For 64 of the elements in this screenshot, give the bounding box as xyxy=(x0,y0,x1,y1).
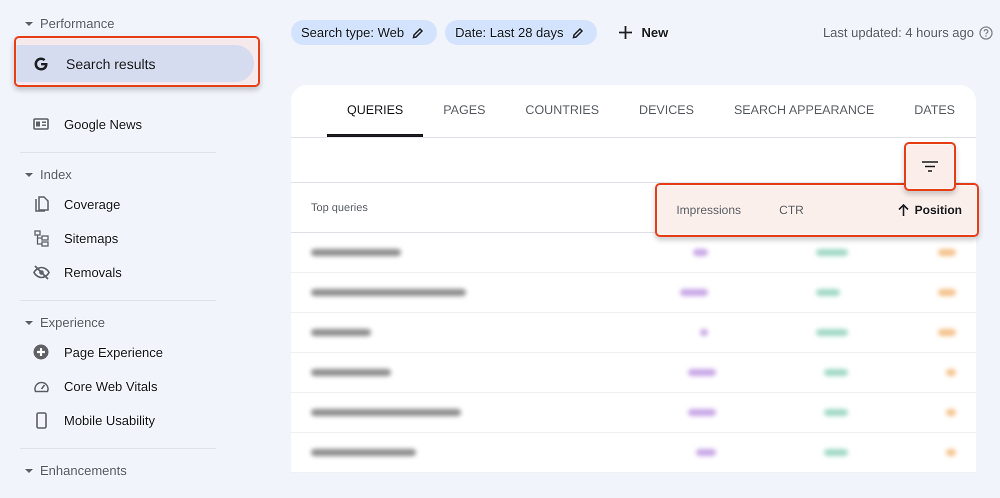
blurred-value xyxy=(693,249,708,256)
section-heading: Performance xyxy=(40,16,114,31)
filter-chip[interactable]: Search type: Web xyxy=(291,20,438,45)
new-button[interactable]: New xyxy=(618,25,668,40)
pencil-icon xyxy=(572,26,584,38)
sidebar-item[interactable]: Page Experience xyxy=(0,335,262,369)
tab[interactable]: DEVICES xyxy=(619,85,714,137)
sitemap-icon xyxy=(34,230,48,246)
blurred-value xyxy=(938,249,956,256)
column-header[interactable]: Impressions xyxy=(657,203,741,217)
sidebar-item[interactable]: Search results xyxy=(16,45,254,82)
collapse-icon[interactable] xyxy=(24,320,34,326)
blurred-value xyxy=(946,449,956,456)
blurred-value xyxy=(946,409,956,416)
sidebar-item[interactable]: Google News xyxy=(0,107,262,141)
tab[interactable]: QUERIES xyxy=(327,85,424,137)
filter-chip[interactable]: Date: Last 28 days xyxy=(445,20,596,45)
google-g-icon xyxy=(32,54,50,72)
collapse-icon[interactable] xyxy=(24,20,34,26)
column-header[interactable]: CTR xyxy=(741,203,842,217)
help-icon[interactable] xyxy=(979,26,993,40)
tab[interactable]: PAGES xyxy=(423,85,506,137)
sidebar-item[interactable]: Coverage xyxy=(0,187,262,221)
section-heading: Enhancements xyxy=(40,463,127,478)
section-heading: Experience xyxy=(40,315,106,330)
blurred-value xyxy=(824,449,848,456)
eye-off-icon xyxy=(32,264,50,280)
filter-button[interactable] xyxy=(904,142,956,191)
sidebar-item[interactable]: Removals xyxy=(0,255,262,289)
filter-icon xyxy=(922,161,938,172)
sidebar-item[interactable]: Mobile Usability xyxy=(0,403,262,437)
pencil-icon xyxy=(412,26,424,38)
gauge-icon xyxy=(32,379,50,393)
section-heading: Index xyxy=(40,167,72,182)
blurred-value xyxy=(688,369,716,376)
blurred-query xyxy=(311,329,371,336)
collapse-icon[interactable] xyxy=(24,468,34,474)
blurred-value xyxy=(688,409,716,416)
news-icon xyxy=(33,117,49,131)
copy-icon xyxy=(34,196,48,212)
tab[interactable]: COUNTRIES xyxy=(505,85,620,137)
plus-circle-icon xyxy=(33,344,49,360)
blurred-value xyxy=(816,289,840,296)
blurred-value xyxy=(938,329,956,336)
sort-arrow-icon xyxy=(898,204,909,216)
plus-icon xyxy=(618,26,632,39)
blurred-value xyxy=(946,369,956,376)
tab[interactable]: SEARCH APPEARANCE xyxy=(714,85,894,137)
last-updated-text: Last updated: 4 hours ago xyxy=(822,25,974,40)
sidebar-item[interactable]: Core Web Vitals xyxy=(0,369,262,403)
blurred-value xyxy=(700,329,708,336)
blurred-value xyxy=(824,369,848,376)
phone-icon xyxy=(36,412,46,428)
blurred-value xyxy=(696,449,716,456)
blurred-value xyxy=(816,329,848,336)
collapse-icon[interactable] xyxy=(24,172,34,178)
blurred-value xyxy=(680,289,708,296)
tab[interactable]: DATES xyxy=(894,85,976,137)
blurred-value xyxy=(938,289,956,296)
blurred-value xyxy=(816,249,848,256)
column-header[interactable]: Position xyxy=(842,203,962,217)
sidebar-item[interactable]: Sitemaps xyxy=(0,221,262,255)
blurred-value xyxy=(824,409,848,416)
column-header[interactable]: Top queries xyxy=(311,202,368,214)
